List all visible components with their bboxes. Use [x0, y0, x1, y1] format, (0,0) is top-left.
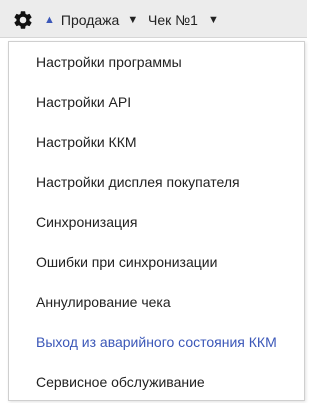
menu-item-cancel-check[interactable]: Аннулирование чека — [36, 290, 171, 314]
settings-menu: Настройки программы Настройки API Настро… — [8, 41, 305, 401]
mode-dropdown-icon[interactable]: ▼ — [127, 14, 138, 26]
gear-icon[interactable] — [12, 9, 34, 31]
arrow-up-icon: ▲ — [44, 14, 55, 26]
check-dropdown-icon[interactable]: ▼ — [208, 14, 219, 26]
menu-item-exit-emergency-state[interactable]: Выход из аварийного состояния ККМ — [36, 330, 277, 354]
mode-selector[interactable]: ▲ Продажа ▼ — [44, 11, 138, 29]
mode-label: Продажа — [60, 12, 120, 28]
check-selector[interactable]: Чек №1 ▼ — [148, 11, 219, 29]
menu-item-service[interactable]: Сервисное обслуживание — [36, 370, 205, 394]
menu-item-synchronization[interactable]: Синхронизация — [36, 210, 137, 234]
menu-item-api-settings[interactable]: Настройки API — [36, 90, 131, 114]
menu-item-customer-display-settings[interactable]: Настройки дисплея покупателя — [36, 170, 240, 194]
check-label: Чек №1 — [148, 12, 198, 28]
menu-item-sync-errors[interactable]: Ошибки при синхронизации — [36, 250, 217, 274]
app-window: ▲ Продажа ▼ Чек №1 ▼ Настройки программы… — [0, 0, 307, 403]
menu-item-kkm-settings[interactable]: Настройки ККМ — [36, 130, 137, 154]
top-toolbar: ▲ Продажа ▼ Чек №1 ▼ — [0, 0, 307, 38]
menu-item-program-settings[interactable]: Настройки программы — [36, 50, 182, 74]
